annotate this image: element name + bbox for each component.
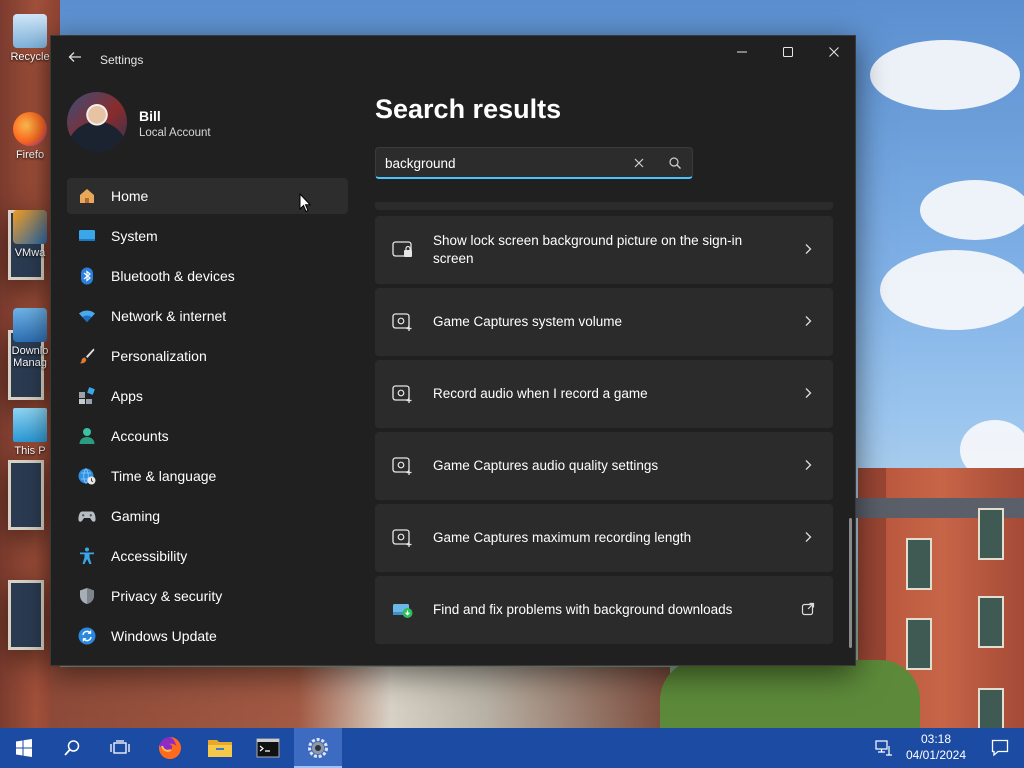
- update-icon: [78, 627, 96, 645]
- search-input[interactable]: [385, 154, 625, 172]
- clock-time: 03:18: [920, 732, 952, 746]
- result-game-captures-system-volume[interactable]: Game Captures system volume: [375, 288, 833, 356]
- clock-date: 04/01/2024: [905, 748, 967, 762]
- vmware-icon: [13, 210, 47, 244]
- wifi-icon: [78, 307, 96, 325]
- task-view-button[interactable]: [96, 728, 144, 768]
- page-title: Search results: [375, 94, 562, 124]
- sidebar-item-privacy-security[interactable]: Privacy & security: [67, 578, 348, 614]
- result-max-recording-length[interactable]: Game Captures maximum recording length: [375, 504, 833, 572]
- sidebar-item-personalization[interactable]: Personalization: [67, 338, 348, 374]
- result-record-audio[interactable]: Record audio when I record a game: [375, 360, 833, 428]
- search-results-list: Show lock screen background picture on t…: [375, 202, 833, 652]
- home-icon: [78, 187, 96, 205]
- start-icon: [16, 739, 32, 757]
- results-scrollbar[interactable]: [849, 518, 852, 648]
- person-icon: [78, 427, 96, 445]
- taskbar-terminal[interactable]: [244, 728, 292, 768]
- title-bar[interactable]: Settings: [51, 36, 855, 84]
- search-button[interactable]: [668, 156, 682, 170]
- taskbar-search-button[interactable]: [48, 728, 96, 768]
- start-button[interactable]: [0, 728, 48, 768]
- sidebar-item-accounts[interactable]: Accounts: [67, 418, 348, 454]
- gamepad-icon: [78, 507, 96, 525]
- taskbar: 03:18 04/01/2024: [0, 728, 1024, 768]
- sidebar-item-bluetooth[interactable]: Bluetooth & devices: [67, 258, 348, 294]
- notifications-button[interactable]: [976, 728, 1024, 768]
- maximize-icon: [783, 47, 793, 57]
- task-view-icon: [110, 740, 130, 754]
- sidebar-item-windows-update[interactable]: Windows Update: [67, 618, 348, 654]
- chevron-right-icon: [805, 244, 812, 254]
- search-box: [375, 147, 693, 179]
- taskbar-settings[interactable]: [294, 728, 342, 768]
- profile-account-type: Local Account: [139, 127, 211, 139]
- capture-icon: [392, 457, 412, 475]
- sidebar-item-system[interactable]: System: [67, 218, 348, 254]
- firefox-icon: [13, 112, 47, 146]
- taskbar-firefox[interactable]: [146, 728, 194, 768]
- sidebar-item-gaming[interactable]: Gaming: [67, 498, 348, 534]
- result-lock-screen-background[interactable]: Show lock screen background picture on t…: [375, 216, 833, 284]
- network-icon: [875, 740, 892, 756]
- paintbrush-icon: [78, 347, 96, 365]
- firefox-icon: [158, 737, 181, 759]
- system-display-icon: [78, 227, 96, 245]
- window-title: Settings: [100, 53, 144, 67]
- sidebar-item-network[interactable]: Network & internet: [67, 298, 348, 334]
- accessibility-icon: [78, 547, 96, 565]
- recycle-bin-icon: [13, 14, 47, 48]
- back-button[interactable]: [65, 50, 85, 70]
- capture-icon: [392, 529, 412, 547]
- clear-search-button[interactable]: [632, 156, 646, 170]
- sidebar-item-accessibility[interactable]: Accessibility: [67, 538, 348, 574]
- shield-icon: [78, 587, 96, 605]
- partial-result-card: [375, 202, 833, 210]
- lock-screen-icon: [392, 241, 412, 257]
- back-arrow-icon: [68, 52, 81, 62]
- minimize-button[interactable]: [719, 36, 765, 68]
- capture-icon: [392, 385, 412, 403]
- troubleshoot-icon: [393, 604, 413, 618]
- result-audio-quality[interactable]: Game Captures audio quality settings: [375, 432, 833, 500]
- search-icon: [64, 740, 80, 756]
- user-profile[interactable]: Bill Local Account: [67, 92, 367, 154]
- apps-icon: [78, 387, 96, 405]
- avatar: [67, 92, 127, 152]
- taskbar-clock[interactable]: 03:18 04/01/2024: [898, 731, 974, 763]
- close-icon: [829, 47, 839, 57]
- minimize-icon: [737, 51, 747, 53]
- close-icon: [634, 158, 644, 168]
- result-background-downloads-troubleshooter[interactable]: Find and fix problems with background do…: [375, 576, 833, 644]
- maximize-button[interactable]: [765, 36, 811, 68]
- globe-clock-icon: [78, 467, 96, 485]
- sidebar-item-time-language[interactable]: Time & language: [67, 458, 348, 494]
- settings-gear-icon: [308, 738, 328, 758]
- bluetooth-icon: [78, 267, 96, 285]
- sidebar-nav: Home System Bluetooth & devices Network …: [67, 178, 348, 658]
- notification-icon: [991, 739, 1009, 757]
- mouse-cursor-icon: [299, 193, 311, 213]
- chevron-right-icon: [805, 316, 812, 326]
- terminal-icon: [256, 738, 280, 758]
- sidebar-item-apps[interactable]: Apps: [67, 378, 348, 414]
- profile-name: Bill: [139, 108, 161, 124]
- close-button[interactable]: [811, 36, 857, 68]
- download-manager-icon: [13, 308, 47, 342]
- search-icon: [669, 157, 681, 169]
- taskbar-file-explorer[interactable]: [196, 728, 244, 768]
- chevron-right-icon: [805, 460, 812, 470]
- external-link-icon: [801, 602, 815, 616]
- chevron-right-icon: [805, 532, 812, 542]
- this-pc-icon: [13, 408, 47, 442]
- chevron-right-icon: [805, 388, 812, 398]
- file-explorer-icon: [208, 740, 232, 757]
- capture-icon: [392, 313, 412, 331]
- settings-window: Settings Bill Local Account Home System: [50, 35, 856, 666]
